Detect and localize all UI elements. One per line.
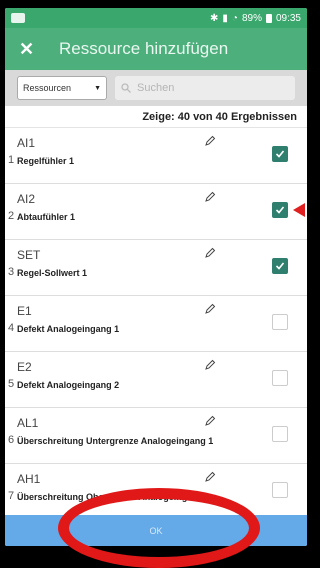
item-code: AL1 (17, 416, 39, 430)
signal-icon: ▮ (222, 12, 228, 24)
edit-pencil-icon[interactable] (204, 134, 216, 152)
item-code: AI2 (17, 192, 36, 206)
search-icon (121, 83, 131, 93)
checkmark-icon (275, 262, 285, 270)
clock: 09:35 (275, 12, 301, 24)
item-number: 7 (8, 490, 15, 502)
dropdown-caret-icon: ▼ (94, 84, 101, 92)
item-checkbox[interactable] (272, 314, 288, 330)
resource-list: 1 AI1 Regelfühler 1 2 AI2 Abtaufühler 1 3 SET Re… (5, 128, 307, 515)
page-title: Ressource hinzufügen (59, 39, 229, 58)
item-description: Abtaufühler 1 (17, 212, 76, 222)
item-number: 1 (8, 154, 15, 166)
list-item[interactable]: 6 AL1 Überschreitung Untergrenze Analogein… (5, 408, 307, 464)
resource-type-select[interactable]: Ressourcen ▼ (17, 76, 107, 100)
checkmark-icon (275, 206, 285, 214)
item-description: Regelfühler 1 (17, 156, 75, 166)
notification-icon (11, 13, 25, 23)
results-count: Zeige: 40 von 40 Ergebnissen (5, 106, 307, 128)
item-number: 4 (8, 322, 15, 334)
battery-text: 89% (241, 12, 262, 24)
search-input[interactable]: Suchen (115, 76, 295, 100)
list-item[interactable]: 4 E1 Defekt Analogeingang 1 (5, 296, 307, 352)
app-bar: ✕ Ressource hinzufügen (5, 28, 307, 70)
item-code: E1 (17, 304, 32, 318)
item-number: 3 (8, 266, 15, 278)
edit-pencil-icon[interactable] (204, 190, 216, 208)
item-code: AH1 (17, 472, 41, 486)
item-checkbox[interactable] (272, 258, 288, 274)
phone-screen: ✱ ▮ ◔ 89% 09:35 ✕ Ressource hinzufügen R… (5, 8, 307, 546)
item-code: SET (17, 248, 41, 262)
edit-pencil-icon[interactable] (204, 414, 216, 432)
close-icon[interactable]: ✕ (19, 39, 59, 60)
item-description: Defekt Analogeingang 2 (17, 380, 120, 390)
list-item[interactable]: 3 SET Regel-Sollwert 1 (5, 240, 307, 296)
item-code: E2 (17, 360, 32, 374)
item-checkbox[interactable] (272, 426, 288, 442)
wifi-icon: ◔ (231, 12, 238, 24)
edit-pencil-icon[interactable] (204, 302, 216, 320)
item-number: 2 (8, 210, 15, 222)
item-description: Defekt Analogeingang 1 (17, 324, 120, 334)
status-bar: ✱ ▮ ◔ 89% 09:35 (5, 8, 307, 28)
annotation-circle (58, 488, 260, 568)
item-code: AI1 (17, 136, 36, 150)
edit-pencil-icon[interactable] (204, 470, 216, 488)
item-description: Regel-Sollwert 1 (17, 268, 88, 278)
edit-pencil-icon[interactable] (204, 358, 216, 376)
select-value: Ressourcen (23, 83, 72, 93)
list-item[interactable]: 2 AI2 Abtaufühler 1 (5, 184, 307, 240)
search-placeholder: Suchen (137, 82, 175, 94)
item-checkbox[interactable] (272, 482, 288, 498)
annotation-arrow (293, 203, 305, 217)
item-number: 5 (8, 378, 15, 390)
checkmark-icon (275, 150, 285, 158)
item-number: 6 (8, 434, 15, 446)
status-icons: ✱ ▮ ◔ 89% 09:35 (210, 13, 301, 24)
item-checkbox[interactable] (272, 202, 288, 218)
item-checkbox[interactable] (272, 146, 288, 162)
edit-pencil-icon[interactable] (204, 246, 216, 264)
item-checkbox[interactable] (272, 370, 288, 386)
battery-icon (265, 13, 272, 23)
filter-bar: Ressourcen ▼ Suchen (5, 70, 307, 106)
list-item[interactable]: 5 E2 Defekt Analogeingang 2 (5, 352, 307, 408)
item-description: Überschreitung Untergrenze Analogeingang… (17, 436, 214, 446)
bluetooth-icon: ✱ (210, 12, 219, 24)
list-item[interactable]: 1 AI1 Regelfühler 1 (5, 128, 307, 184)
